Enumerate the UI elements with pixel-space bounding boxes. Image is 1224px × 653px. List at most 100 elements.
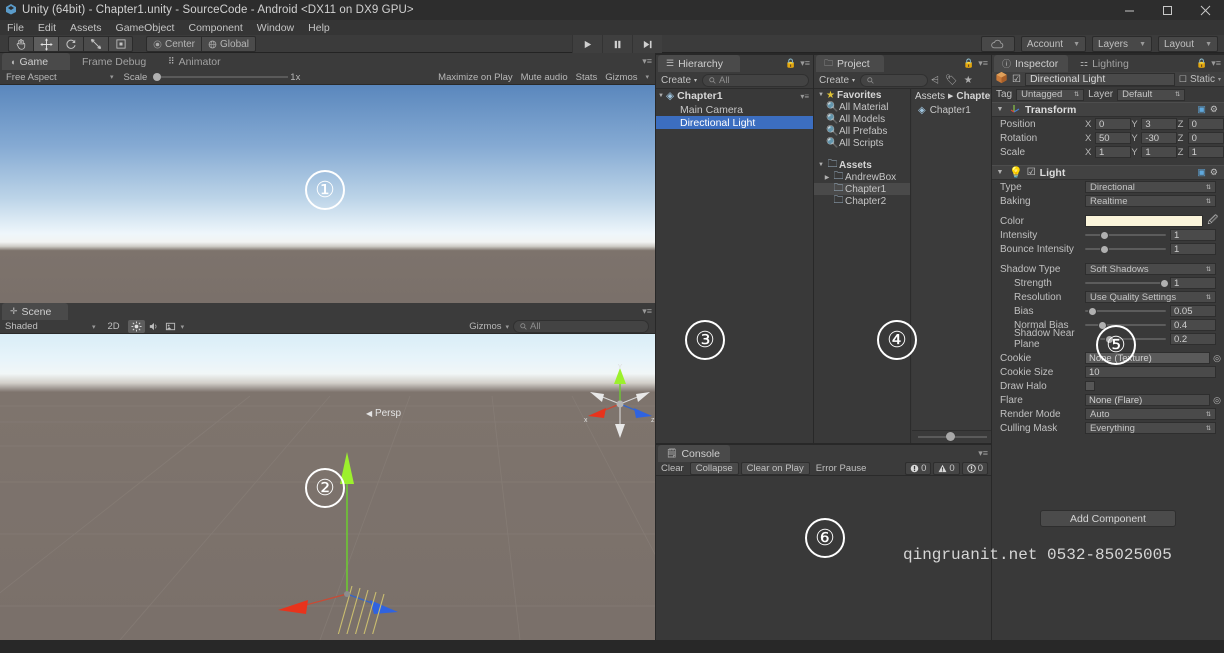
hierarchy-item-main-camera[interactable]: Main Camera (656, 103, 813, 116)
position-x-field[interactable]: 0 (1095, 118, 1131, 130)
gizmos-dropdown[interactable]: Gizmos (605, 72, 637, 83)
help-icon[interactable]: ▣ (1197, 104, 1206, 115)
help-icon[interactable]: ▣ (1197, 167, 1206, 178)
step-button[interactable] (632, 35, 662, 53)
light-cookie-size-field[interactable]: 10 (1085, 366, 1216, 378)
menu-item-gameobject[interactable]: GameObject (116, 22, 175, 34)
light-intensity-slider[interactable] (1085, 229, 1166, 241)
light-enabled-checkbox[interactable]: ☑ (1027, 167, 1036, 178)
scene-view-menu-icon[interactable]: ▾≡ (642, 306, 652, 317)
inspector-menu-icon[interactable]: 🔒 ▾≡ (1196, 58, 1221, 69)
rotation-z-field[interactable]: 0 (1187, 132, 1224, 144)
tab-console[interactable]: 🗒 Console (658, 445, 730, 462)
scale-x-field[interactable]: 1 (1095, 146, 1131, 158)
expand-triangle-icon[interactable]: ▼ (816, 92, 826, 98)
draw-mode-dropdown[interactable]: Shaded (0, 321, 92, 333)
sun-icon[interactable] (127, 320, 145, 333)
light-culling-mask-dropdown[interactable]: Everything ⇅ (1085, 422, 1216, 434)
position-y-field[interactable]: 3 (1141, 118, 1178, 130)
rotate-tool-icon[interactable] (58, 36, 83, 52)
tab-inspector[interactable]: ⓘ Inspector (994, 55, 1068, 72)
close-icon[interactable] (1186, 0, 1224, 20)
eyedropper-icon[interactable]: 🖉 (1207, 213, 1224, 230)
hand-tool-icon[interactable] (8, 36, 33, 52)
expand-triangle-icon[interactable]: ▼ (995, 106, 1005, 113)
project-create-button[interactable]: Create ▾ (814, 73, 860, 87)
project-favorite-all-material[interactable]: 🔍 All Material (814, 101, 910, 113)
layout-dropdown[interactable]: Layout ▼ (1158, 36, 1218, 52)
scene-search-input[interactable]: All (513, 320, 649, 333)
hierarchy-create-button[interactable]: Create ▾ (656, 73, 702, 87)
rotation-x-field[interactable]: 50 (1095, 132, 1131, 144)
lock-icon[interactable]: 🔒 (785, 58, 796, 69)
draw-halo-checkbox[interactable] (1085, 381, 1095, 391)
tab-game[interactable]: ◖ Game (2, 53, 70, 70)
expand-triangle-icon[interactable]: ▶ (822, 174, 832, 181)
object-picker-icon[interactable]: ◎ (1210, 395, 1224, 406)
tab-frame-debug[interactable]: Frame Debug (74, 53, 158, 70)
hierarchy-search-input[interactable]: All (702, 73, 809, 87)
light-baking-dropdown[interactable]: Realtime ⇅ (1085, 195, 1216, 207)
scale-tool-icon[interactable] (83, 36, 108, 52)
directional-light-gizmo[interactable] (230, 414, 530, 634)
scale-y-field[interactable]: 1 (1141, 146, 1178, 158)
light-intensity-value[interactable]: 1 (1170, 229, 1216, 241)
project-search-input[interactable] (860, 73, 929, 87)
stats-toggle[interactable]: Stats (576, 72, 598, 83)
filter-type-icon[interactable]: ⩤ (928, 75, 942, 86)
menu-item-edit[interactable]: Edit (38, 22, 56, 34)
light-bounce-slider[interactable] (1085, 243, 1166, 255)
project-assets-root[interactable]: ▼ 🗀 Assets (814, 159, 910, 171)
expand-triangle-icon[interactable]: ▼ (816, 162, 826, 168)
tab-lighting[interactable]: ⚏ Lighting (1072, 55, 1144, 72)
console-clear-button[interactable]: Clear (656, 462, 689, 475)
light-bias-slider[interactable] (1085, 305, 1166, 317)
light-strength-slider[interactable] (1085, 277, 1170, 289)
gizmos-dropdown[interactable]: Gizmos (469, 321, 501, 332)
light-shadow-type-dropdown[interactable]: Soft Shadows ⇅ (1085, 263, 1216, 275)
console-warning-badge[interactable]: 0 (933, 462, 960, 475)
light-normal-bias-value[interactable]: 0.4 (1170, 319, 1216, 331)
console-menu-icon[interactable]: ▾≡ (978, 448, 988, 459)
light-component-header[interactable]: ▼ 💡 ☑ Light ▣ ⚙ (992, 165, 1224, 180)
console-clear-on-play-toggle[interactable]: Clear on Play (740, 462, 810, 475)
project-favorite-all-prefabs[interactable]: 🔍 All Prefabs (814, 125, 910, 137)
favorite-star-icon[interactable]: ★ (961, 75, 976, 86)
perspective-label[interactable]: ◀ Persp (366, 408, 401, 419)
pivot-space-button[interactable]: Global (201, 36, 256, 52)
tab-animator[interactable]: ⠿ Animator (160, 53, 238, 70)
menu-item-component[interactable]: Component (188, 22, 242, 34)
light-bias-value[interactable]: 0.05 (1170, 305, 1216, 317)
project-folder-chapter2[interactable]: 🗀 Chapter2 (814, 195, 910, 207)
object-picker-icon[interactable]: ◎ (1210, 353, 1224, 364)
play-button[interactable] (572, 35, 602, 53)
hierarchy-menu-icon[interactable]: 🔒 ▾≡ (785, 58, 810, 69)
game-view-menu-icon[interactable]: ▾≡ (642, 56, 652, 67)
static-toggle[interactable]: ☐ Static ▾ (1179, 74, 1221, 85)
light-resolution-dropdown[interactable]: Use Quality Settings ⇅ (1085, 291, 1216, 303)
project-favorite-all-scripts[interactable]: 🔍 All Scripts (814, 137, 910, 149)
gear-icon[interactable]: ⚙ (1210, 104, 1218, 115)
enabled-checkbox[interactable]: ☑ (1012, 74, 1021, 85)
add-component-button[interactable]: Add Component (1040, 510, 1176, 527)
pivot-mode-button[interactable]: Center (146, 36, 202, 52)
lock-icon[interactable]: 🔒 (1196, 58, 1207, 69)
rotation-y-field[interactable]: -30 (1141, 132, 1178, 144)
console-collapse-toggle[interactable]: Collapse (689, 462, 739, 475)
pause-button[interactable] (602, 35, 632, 53)
project-favorites-root[interactable]: ▼ ★ Favorites (814, 89, 910, 101)
scene-orientation-gizmo[interactable]: Y x z (578, 362, 655, 446)
light-flare-field[interactable]: None (Flare) (1085, 394, 1210, 406)
layers-dropdown[interactable]: Layers ▼ (1092, 36, 1152, 52)
maximize-icon[interactable] (1148, 0, 1186, 20)
gear-icon[interactable]: ⚙ (1210, 167, 1218, 178)
expand-triangle-icon[interactable]: ▼ (656, 93, 666, 99)
minimize-icon[interactable] (1110, 0, 1148, 20)
console-info-badge[interactable]: 0 (961, 462, 988, 475)
project-content-item[interactable]: ◈ Chapter1 (912, 103, 991, 117)
tab-scene[interactable]: ✛ Scene (2, 303, 68, 320)
cloud-icon[interactable] (980, 36, 1015, 52)
move-tool-icon[interactable] (33, 36, 58, 52)
breadcrumb-assets[interactable]: Assets (915, 91, 945, 102)
light-strength-value[interactable]: 1 (1170, 277, 1216, 289)
